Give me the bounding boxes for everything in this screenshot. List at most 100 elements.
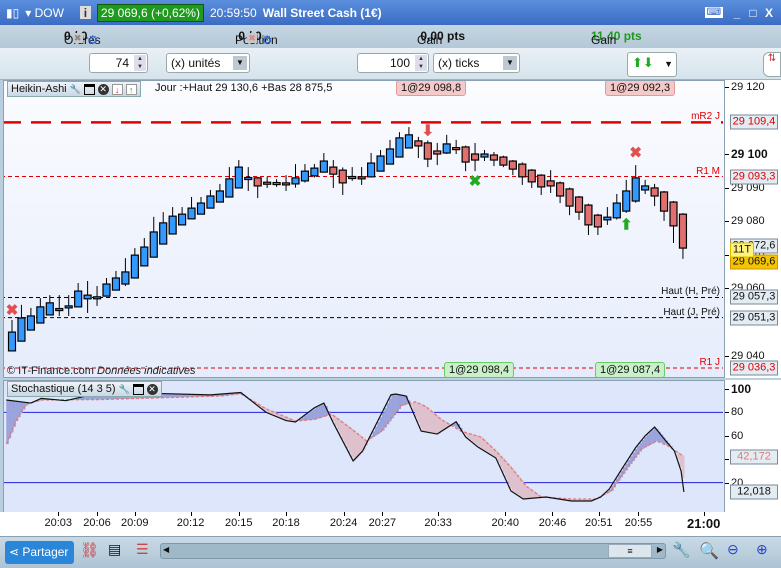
candle-up	[225, 178, 234, 198]
candle-down	[253, 177, 262, 187]
zoom-out-icon[interactable]: ⊖	[727, 541, 739, 564]
exit-signal-icon: ✖	[6, 302, 19, 319]
zoom-fit-icon[interactable]: 🔍	[699, 541, 719, 564]
candle-up	[404, 134, 413, 149]
candle-down	[348, 175, 357, 180]
stochastic-fill	[282, 415, 286, 420]
candle-down	[527, 169, 536, 183]
gear-icon[interactable]: ⚙	[87, 33, 98, 47]
candle-down	[508, 160, 517, 170]
quantity-unit-select[interactable]: (x) unités ▼	[166, 53, 250, 73]
side-panel-toggle[interactable]: ⇅	[763, 52, 781, 77]
price-tick-mark	[725, 355, 729, 357]
price-tick-label: 29 080	[731, 215, 765, 228]
zoom-in-icon[interactable]: ⊕	[756, 541, 768, 564]
stochastic-panel[interactable]: Stochastique (14 3 5) 🔧 ✕	[3, 380, 725, 513]
stepper-arrows-icon[interactable]: ▲ ▼	[415, 55, 427, 71]
sell-arrow-icon[interactable]: ↓	[111, 83, 123, 95]
scroll-right-icon[interactable]: ▶	[657, 545, 663, 554]
candlestick-icon[interactable]: ▮▯	[6, 6, 19, 20]
scroll-thumb[interactable]: ≡	[608, 544, 652, 558]
stochastic-fill	[677, 452, 680, 460]
candle-up	[159, 222, 168, 245]
close-icon[interactable]: ✕	[146, 383, 158, 395]
copyright: © IT-Finance.com Données indicatives	[7, 365, 195, 377]
order-label-buy[interactable]: 1@29 087,4	[595, 362, 666, 377]
chevron-down-icon: ▼	[233, 56, 247, 70]
close-button[interactable]: X	[761, 6, 777, 20]
price-tick-label: 29 100	[731, 147, 768, 161]
stochastic-fill	[320, 404, 324, 418]
gain-latent: Gain latent : 0,00 pts	[417, 29, 465, 61]
candle-up	[291, 177, 300, 185]
quantity-stepper[interactable]: 74 ▲ ▼	[89, 53, 148, 73]
minimize-button[interactable]: _	[729, 6, 745, 20]
stochastic-fill	[384, 407, 387, 428]
time-tick-mark	[58, 512, 60, 516]
close-position-icon[interactable]: ✖	[247, 33, 258, 43]
candle-up	[442, 143, 451, 154]
level-name: R1 J	[699, 357, 720, 369]
scroll-left-icon[interactable]: ◀	[163, 545, 169, 554]
level-price-box: 29 057,3	[730, 289, 778, 305]
candle-up	[178, 213, 187, 226]
symbol-dropdown[interactable]: ▾ DOW	[25, 6, 64, 20]
window-icon[interactable]	[83, 83, 95, 95]
candle-up	[55, 307, 64, 312]
chart-settings-icon[interactable]: 🔧	[672, 541, 691, 564]
stochastic-fill	[313, 408, 316, 420]
price-tick-label: 29 120	[731, 80, 765, 93]
order-book-icon[interactable]: ☰	[136, 541, 152, 564]
price-chart[interactable]: ✖ ✖ ✖ ⬇ ⬆ mR2 J R1 M Haut (H, Pré) Haut (J, Pré…	[3, 80, 725, 378]
candle-up	[26, 315, 35, 331]
stochastic-fill	[648, 432, 652, 445]
cancel-orders-icon[interactable]: ✖	[72, 33, 83, 43]
stochastic-tick-mark	[725, 412, 729, 414]
stochastic-fill	[424, 405, 427, 432]
order-label-sell[interactable]: 1@29 092,3	[605, 81, 676, 96]
close-icon[interactable]: ✕	[97, 83, 109, 95]
stochastic-fill	[483, 439, 487, 451]
gear-icon[interactable]: ⚙	[262, 33, 273, 47]
ticks-unit-select[interactable]: (x) ticks ▼	[433, 53, 520, 73]
time-tick-mark	[703, 512, 705, 516]
indicator-name: Heikin-Ashi	[11, 83, 67, 95]
stochastic-fill	[353, 430, 357, 461]
time-tick-label: 20:46	[538, 517, 567, 529]
price-tick-mark	[725, 154, 729, 155]
info-icon[interactable]: i	[79, 6, 91, 20]
candle-down	[489, 154, 499, 161]
tick-count-badge: 11T	[730, 242, 754, 258]
buy-arrow-icon[interactable]: ↑	[125, 83, 137, 95]
order-label-buy[interactable]: 1@29 098,4	[444, 362, 515, 377]
window-icon[interactable]	[132, 383, 144, 395]
stochastic-header: Stochastique (14 3 5) 🔧 ✕	[7, 381, 162, 397]
horizontal-scrollbar[interactable]: ◀ ≡ ▶	[160, 543, 666, 559]
disclaimer-text: Données indicatives	[97, 365, 196, 377]
wrench-icon[interactable]: 🔧	[119, 384, 130, 395]
stochastic-fill	[679, 453, 683, 467]
stochastic-title: Stochastique (14 3 5)	[11, 383, 116, 395]
stepper-arrows-icon[interactable]: ▲ ▼	[134, 55, 146, 71]
candle-up	[149, 231, 158, 258]
candle-up	[215, 190, 224, 203]
candle-up	[234, 166, 243, 189]
ticks-stepper[interactable]: 100 ▲ ▼	[357, 53, 429, 73]
list-icon[interactable]: ▤	[108, 541, 124, 564]
candle-down	[546, 180, 555, 187]
stochastic-fill	[318, 405, 321, 419]
share-icon: ⋖	[9, 545, 20, 559]
wrench-icon[interactable]: 🔧	[70, 84, 81, 95]
chart-type-icon[interactable]: ⛓	[80, 541, 102, 564]
keyboard-icon[interactable]: ⌨	[704, 7, 723, 18]
price-axis[interactable]: 29 12029 10029 09029 08029 07029 06029 0…	[725, 80, 781, 378]
order-toolbar: 74 ▲ ▼ (x) unités ▼ 100 ▲ ▼ (x) ticks ▼ ⬆⬇ ▼ ⇅	[0, 48, 781, 80]
level-price-box: 29 051,3	[730, 310, 778, 326]
share-button[interactable]: ⋖ Partager	[5, 541, 74, 564]
candle-up	[121, 271, 130, 285]
maximize-button[interactable]: □	[745, 6, 761, 20]
strategy-button[interactable]: ⬆⬇ ▼	[627, 52, 677, 77]
candle-down	[357, 176, 366, 180]
level-name: Haut (H, Pré)	[661, 286, 720, 298]
order-label-sell[interactable]: 1@29 098,8	[396, 81, 467, 96]
